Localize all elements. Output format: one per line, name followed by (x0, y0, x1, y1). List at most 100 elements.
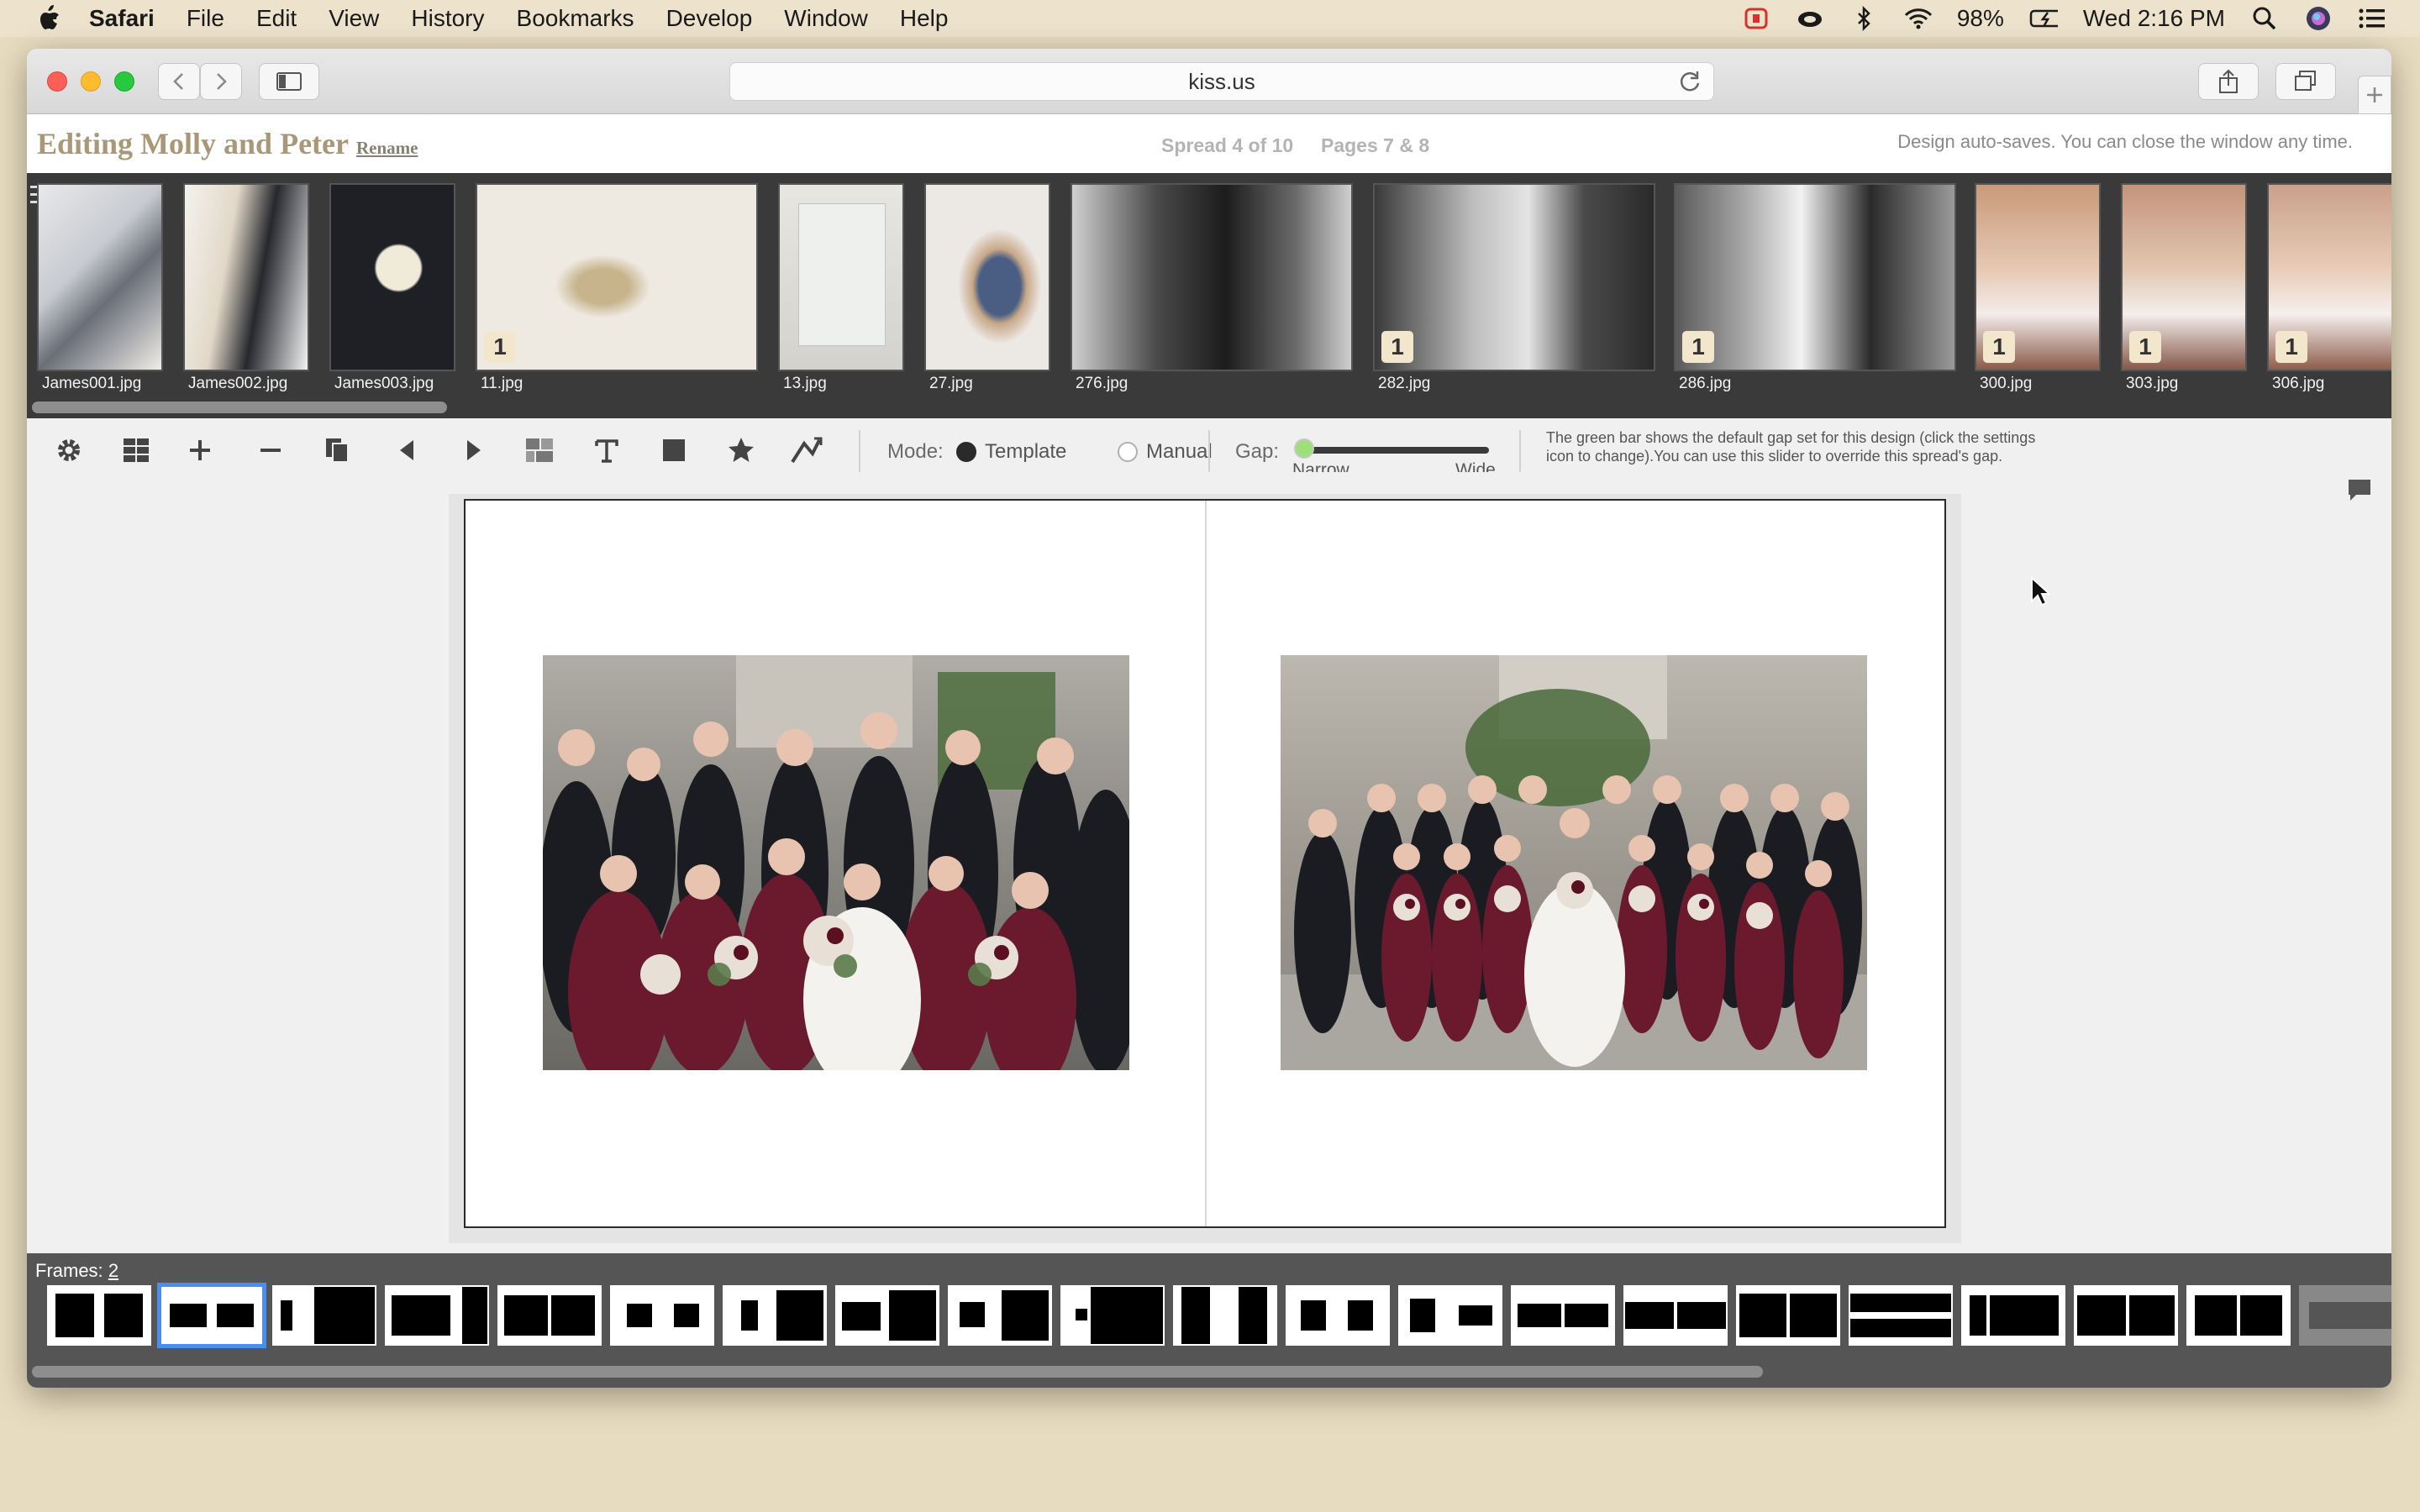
menu-history[interactable]: History (411, 5, 484, 32)
new-tab-button[interactable] (2358, 76, 2391, 114)
layout-icon[interactable] (523, 433, 556, 467)
duplicate-icon[interactable] (321, 433, 355, 467)
layout-option[interactable] (272, 1285, 376, 1346)
address-bar[interactable]: kiss.us (729, 62, 1714, 101)
reload-icon[interactable] (1678, 70, 1702, 99)
back-button[interactable] (158, 63, 200, 100)
photo-thumbnail[interactable] (924, 183, 1050, 371)
previous-spread-icon[interactable] (390, 433, 424, 467)
photo-thumbnail[interactable] (329, 183, 455, 371)
battery-percent: 98% (1956, 5, 2004, 31)
url-text[interactable]: kiss.us (1188, 69, 1255, 95)
star-icon[interactable] (724, 433, 758, 467)
rectangle-tool-icon[interactable] (657, 433, 691, 467)
menu-view[interactable]: View (329, 5, 379, 32)
safari-window: kiss.us Editing Molly and Peter Rename S… (27, 49, 2391, 1388)
photo-thumbnail[interactable]: 1 (2121, 183, 2247, 371)
usage-count-badge: 1 (1983, 331, 2015, 363)
rename-link[interactable]: Rename (356, 138, 418, 159)
share-button[interactable] (2198, 63, 2259, 100)
layout-option[interactable] (610, 1285, 714, 1346)
settings-gear-icon[interactable] (52, 433, 86, 467)
layout-option[interactable] (1623, 1285, 1728, 1346)
thumbnail-label: 282.jpg (1378, 375, 1431, 392)
strip-scrollbar[interactable] (32, 402, 447, 413)
layout-option[interactable] (2299, 1285, 2391, 1346)
right-photo-frame[interactable] (1281, 655, 1867, 1070)
menu-file[interactable]: File (187, 5, 224, 32)
layout-option[interactable] (2186, 1285, 2291, 1346)
apple-menu-icon[interactable] (32, 3, 66, 34)
menu-safari[interactable]: Safari (89, 5, 155, 32)
menubar-clock[interactable]: Wed 2:16 PM (2083, 5, 2225, 32)
grid-view-icon[interactable] (119, 433, 153, 467)
template-mode-label[interactable]: Template (985, 440, 1066, 464)
gap-slider-track[interactable] (1297, 447, 1489, 454)
sidebar-toggle-button[interactable] (259, 63, 319, 100)
notification-center-icon[interactable] (2358, 6, 2386, 31)
photo-thumbnail[interactable] (37, 183, 163, 371)
layout-option[interactable] (723, 1285, 827, 1346)
plus-icon (2367, 87, 2382, 102)
gap-slider-handle[interactable] (1294, 438, 1314, 459)
menu-edit[interactable]: Edit (256, 5, 297, 32)
bluetooth-icon[interactable] (1849, 6, 1878, 31)
layout-option[interactable] (1961, 1285, 2065, 1346)
photo-thumbnail[interactable] (183, 183, 309, 371)
frames-count-label: Frames: 2 (35, 1260, 119, 1281)
close-window-button[interactable] (47, 71, 67, 92)
layout-option[interactable] (1511, 1285, 1615, 1346)
template-mode-radio[interactable] (956, 442, 976, 462)
thumbnail-label: James002.jpg (188, 375, 288, 392)
remove-spread-icon[interactable] (254, 433, 287, 467)
layout-option[interactable] (47, 1285, 151, 1346)
layout-option[interactable] (385, 1285, 489, 1346)
zoom-window-button[interactable] (114, 71, 134, 92)
layout-option-selected[interactable] (157, 1283, 266, 1348)
forward-button[interactable] (200, 63, 242, 100)
comment-icon[interactable] (2346, 477, 2373, 508)
text-tool-icon[interactable] (590, 433, 623, 467)
menu-bookmarks[interactable]: Bookmarks (517, 5, 634, 32)
creative-cloud-icon[interactable] (1796, 6, 1824, 31)
photo-thumbnail[interactable]: 1 (476, 183, 758, 371)
minimize-window-button[interactable] (81, 71, 101, 92)
layout-option[interactable] (2074, 1285, 2178, 1346)
photo-thumbnail[interactable]: 1 (1373, 183, 1655, 371)
layout-option[interactable] (1849, 1285, 1953, 1346)
adobe-icon[interactable] (1742, 6, 1770, 31)
layout-option[interactable] (1398, 1285, 1502, 1346)
layout-option[interactable] (1060, 1285, 1165, 1346)
layout-option[interactable] (948, 1285, 1052, 1346)
menu-help[interactable]: Help (900, 5, 949, 32)
siri-icon[interactable] (2304, 6, 2333, 31)
wifi-icon[interactable] (1903, 6, 1932, 31)
spotlight-search-icon[interactable] (2250, 6, 2279, 31)
menu-develop[interactable]: Develop (666, 5, 753, 32)
menu-window[interactable]: Window (784, 5, 868, 32)
layout-option[interactable] (1173, 1285, 1277, 1346)
next-spread-icon[interactable] (457, 433, 491, 467)
photo-strip: James001.jpg James002.jpg James003.jpg 1… (27, 173, 2391, 418)
photo-thumbnail[interactable] (778, 183, 904, 371)
photo-thumbnail[interactable]: 1 (1975, 183, 2101, 371)
layout-option[interactable] (1736, 1285, 1840, 1346)
manual-mode-radio[interactable] (1118, 442, 1138, 462)
tab-overview-button[interactable] (2275, 63, 2336, 100)
gap-label: Gap: (1235, 440, 1280, 463)
layout-option[interactable] (497, 1285, 602, 1346)
photo-thumbnail[interactable] (1071, 183, 1353, 371)
frames-scrollbar[interactable] (32, 1366, 1763, 1378)
photo-thumbnail[interactable]: 1 (2267, 183, 2391, 371)
effects-icon[interactable] (790, 433, 823, 467)
thumbnail-label: 303.jpg (2126, 375, 2179, 392)
manual-mode-label[interactable]: Manual (1146, 440, 1213, 464)
frames-count[interactable]: 2 (108, 1260, 118, 1281)
photo-thumbnail[interactable]: 1 (1674, 183, 1956, 371)
layout-option[interactable] (835, 1285, 939, 1346)
battery-icon[interactable] (2029, 6, 2058, 31)
layout-option[interactable] (1286, 1285, 1390, 1346)
add-spread-icon[interactable] (183, 433, 217, 467)
left-photo-frame[interactable] (543, 655, 1129, 1070)
thumbnail-image (1375, 185, 1654, 370)
